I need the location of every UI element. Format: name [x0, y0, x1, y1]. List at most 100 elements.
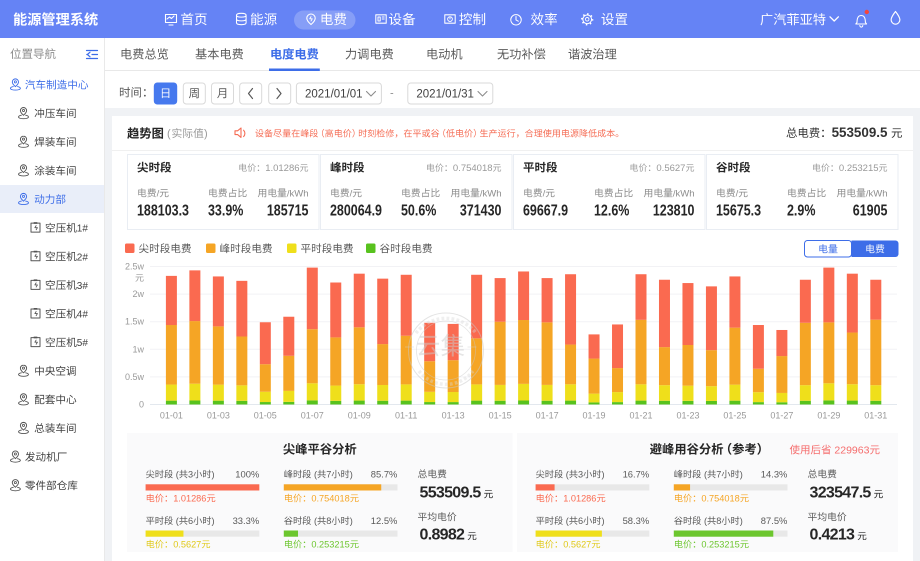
- svg-text:8: 8: [326, 516, 331, 526]
- svg-text:0: 0: [139, 400, 144, 410]
- svg-text:3: 3: [578, 470, 583, 480]
- svg-text:01-05: 01-05: [254, 411, 277, 421]
- svg-text:3#: 3#: [77, 281, 89, 292]
- svg-text:16.7%: 16.7%: [623, 469, 650, 480]
- svg-text:): ): [602, 516, 605, 526]
- svg-text:100%: 100%: [235, 469, 259, 480]
- svg-text:1.01286: 1.01286: [563, 494, 596, 504]
- svg-text:): ): [740, 470, 743, 480]
- svg-text:): ): [740, 516, 743, 526]
- svg-text:): ): [350, 516, 353, 526]
- svg-text:(: (: [311, 516, 317, 526]
- svg-text:01-03: 01-03: [207, 411, 230, 421]
- svg-text:0.754018: 0.754018: [311, 494, 349, 504]
- svg-text:01-01: 01-01: [160, 411, 183, 421]
- svg-text:01-09: 01-09: [348, 411, 371, 421]
- svg-text:5#: 5#: [77, 338, 89, 349]
- svg-text:58.3%: 58.3%: [623, 515, 650, 526]
- svg-text:0.253215: 0.253215: [701, 540, 739, 550]
- svg-text:0.253215: 0.253215: [839, 163, 879, 174]
- svg-text:2021/01/31: 2021/01/31: [416, 89, 474, 101]
- svg-text:0.5627: 0.5627: [173, 540, 201, 550]
- svg-text:7: 7: [716, 470, 721, 480]
- svg-text:69667.9: 69667.9: [523, 202, 568, 220]
- svg-text:8: 8: [716, 516, 721, 526]
- svg-text:01-07: 01-07: [301, 411, 324, 421]
- svg-text:7: 7: [326, 470, 331, 480]
- svg-text:61905: 61905: [853, 202, 888, 220]
- svg-text:280064.9: 280064.9: [330, 202, 382, 220]
- svg-text:1#: 1#: [77, 224, 89, 235]
- svg-text:188103.3: 188103.3: [137, 202, 189, 220]
- svg-text:(: (: [311, 470, 317, 480]
- svg-text:0.253215: 0.253215: [311, 540, 349, 550]
- svg-text:(: (: [173, 516, 179, 526]
- svg-text:6: 6: [188, 516, 193, 526]
- svg-text:123810: 123810: [653, 202, 695, 220]
- svg-text:(: (: [563, 470, 569, 480]
- svg-text:185715: 185715: [267, 202, 309, 220]
- svg-text:01-15: 01-15: [489, 411, 512, 421]
- svg-text:1.01286: 1.01286: [265, 163, 299, 174]
- svg-text:): ): [204, 128, 208, 140]
- svg-text:01-23: 01-23: [676, 411, 699, 421]
- svg-text:87.5%: 87.5%: [761, 515, 788, 526]
- svg-text:2021/01/01: 2021/01/01: [305, 89, 363, 101]
- svg-text:01-29: 01-29: [817, 411, 840, 421]
- svg-text:01-25: 01-25: [723, 411, 746, 421]
- svg-text:6: 6: [578, 516, 583, 526]
- svg-text:33.3%: 33.3%: [233, 515, 260, 526]
- svg-text:85.7%: 85.7%: [371, 469, 398, 480]
- svg-text:0.8982: 0.8982: [420, 526, 466, 543]
- svg-text:0.5627: 0.5627: [563, 540, 591, 550]
- svg-text:33.9%: 33.9%: [208, 202, 244, 220]
- svg-text:3: 3: [188, 470, 193, 480]
- svg-text:/: /: [543, 189, 546, 200]
- svg-text:(: (: [701, 470, 707, 480]
- svg-text:229963: 229963: [832, 445, 870, 457]
- svg-text:/kWh: /kWh: [673, 189, 695, 200]
- svg-text:01-31: 01-31: [864, 411, 887, 421]
- svg-text:1.01286: 1.01286: [173, 494, 206, 504]
- svg-text:-: -: [390, 88, 394, 100]
- svg-text:0.4213: 0.4213: [810, 526, 856, 543]
- svg-text:/kWh: /kWh: [866, 189, 888, 200]
- svg-text:): ): [212, 516, 215, 526]
- svg-text:50.6%: 50.6%: [401, 202, 437, 220]
- svg-text:14.3%: 14.3%: [761, 469, 788, 480]
- svg-text:2.9%: 2.9%: [787, 202, 816, 220]
- svg-text:2.5w: 2.5w: [125, 262, 145, 272]
- svg-text:553509.5: 553509.5: [832, 125, 888, 140]
- svg-text:0.5627: 0.5627: [656, 163, 685, 174]
- svg-text:0.754018: 0.754018: [701, 494, 739, 504]
- svg-text:(: (: [563, 516, 569, 526]
- svg-text:2w: 2w: [132, 289, 144, 299]
- svg-text:12.5%: 12.5%: [371, 515, 398, 526]
- svg-text:): ): [602, 470, 605, 480]
- svg-text:/: /: [736, 189, 739, 200]
- svg-text:01-21: 01-21: [629, 411, 652, 421]
- svg-text:371430: 371430: [460, 202, 502, 220]
- svg-text:2#: 2#: [77, 252, 89, 263]
- svg-text:/: /: [350, 189, 353, 200]
- svg-text:/kWh: /kWh: [480, 189, 502, 200]
- svg-text:01-27: 01-27: [770, 411, 793, 421]
- svg-text:0.5w: 0.5w: [125, 372, 145, 382]
- svg-text:): ): [350, 470, 353, 480]
- svg-text:4#: 4#: [77, 310, 89, 321]
- svg-text:01-11: 01-11: [395, 411, 417, 421]
- svg-text:1w: 1w: [132, 344, 144, 354]
- svg-text:(: (: [173, 470, 179, 480]
- svg-text:/kWh: /kWh: [287, 189, 309, 200]
- svg-text:(: (: [167, 128, 171, 140]
- svg-text:1.5w: 1.5w: [125, 317, 145, 327]
- svg-text:01-19: 01-19: [583, 411, 606, 421]
- svg-text:15675.3: 15675.3: [716, 202, 761, 220]
- svg-text:01-13: 01-13: [442, 411, 465, 421]
- svg-text:0.754018: 0.754018: [453, 163, 493, 174]
- svg-text:): ): [212, 470, 215, 480]
- svg-text:553509.5: 553509.5: [420, 485, 482, 502]
- svg-text:(: (: [701, 516, 707, 526]
- svg-text:01-17: 01-17: [536, 411, 559, 421]
- svg-text:/: /: [157, 189, 160, 200]
